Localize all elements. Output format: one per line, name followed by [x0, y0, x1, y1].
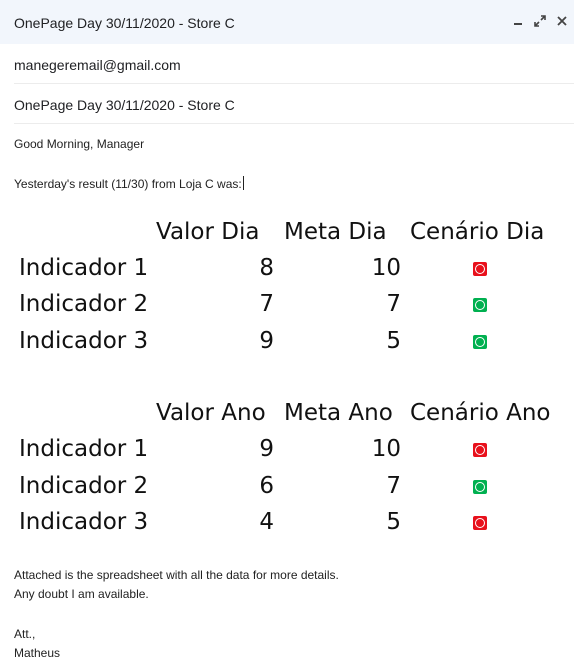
row-value: 6: [259, 473, 274, 499]
compose-header: OnePage Day 30/11/2020 - Store C: [0, 0, 574, 44]
row-value: 7: [259, 291, 274, 317]
row-label: Indicador 3: [19, 328, 149, 354]
subject-divider: [14, 123, 574, 124]
row-value: 4: [259, 509, 274, 535]
signature-name: Matheus: [14, 646, 61, 660]
row-target: 10: [371, 436, 401, 462]
header-target: Meta Dia: [284, 219, 387, 245]
attached-text: Attached is the spreadsheet with all the…: [14, 568, 339, 582]
header-value: Valor Ano: [156, 400, 266, 426]
recipient-divider: [14, 83, 574, 84]
row-value: 9: [259, 328, 274, 354]
close-icon[interactable]: [554, 12, 570, 30]
row-label: Indicador 1: [19, 436, 149, 462]
header-target: Meta Ano: [284, 400, 393, 426]
intro-line[interactable]: Yesterday's result (11/30) from Loja C w…: [14, 176, 244, 191]
text-cursor: [242, 176, 244, 190]
header-controls: [510, 12, 570, 30]
status-green-icon: [473, 480, 487, 494]
row-target: 7: [386, 291, 401, 317]
doubt-text: Any doubt I am available.: [14, 587, 149, 601]
status-green-icon: [473, 335, 487, 349]
row-target: 5: [386, 509, 401, 535]
header-scenario: Cenário Ano: [410, 400, 551, 426]
status-red-icon: [473, 516, 487, 530]
row-value: 8: [259, 255, 274, 281]
row-label: Indicador 2: [19, 473, 149, 499]
intro-text: Yesterday's result (11/30) from Loja C w…: [14, 177, 242, 191]
row-target: 10: [371, 255, 401, 281]
status-red-icon: [473, 443, 487, 457]
compose-title: OnePage Day 30/11/2020 - Store C: [14, 15, 235, 31]
row-label: Indicador 1: [19, 255, 149, 281]
row-target: 5: [386, 328, 401, 354]
status-red-icon: [473, 262, 487, 276]
recipient-field[interactable]: manegeremail@gmail.com: [14, 57, 574, 73]
row-target: 7: [386, 473, 401, 499]
header-scenario: Cenário Dia: [410, 219, 545, 245]
row-label: Indicador 2: [19, 291, 149, 317]
greeting-text: Good Morning, Manager: [14, 137, 145, 151]
row-value: 9: [259, 436, 274, 462]
signature-att: Att.,: [14, 627, 36, 641]
header-value: Valor Dia: [156, 219, 260, 245]
status-green-icon: [473, 298, 487, 312]
subject-field[interactable]: OnePage Day 30/11/2020 - Store C: [14, 97, 574, 113]
minimize-icon[interactable]: [510, 12, 526, 30]
expand-icon[interactable]: [532, 12, 548, 30]
row-label: Indicador 3: [19, 509, 149, 535]
